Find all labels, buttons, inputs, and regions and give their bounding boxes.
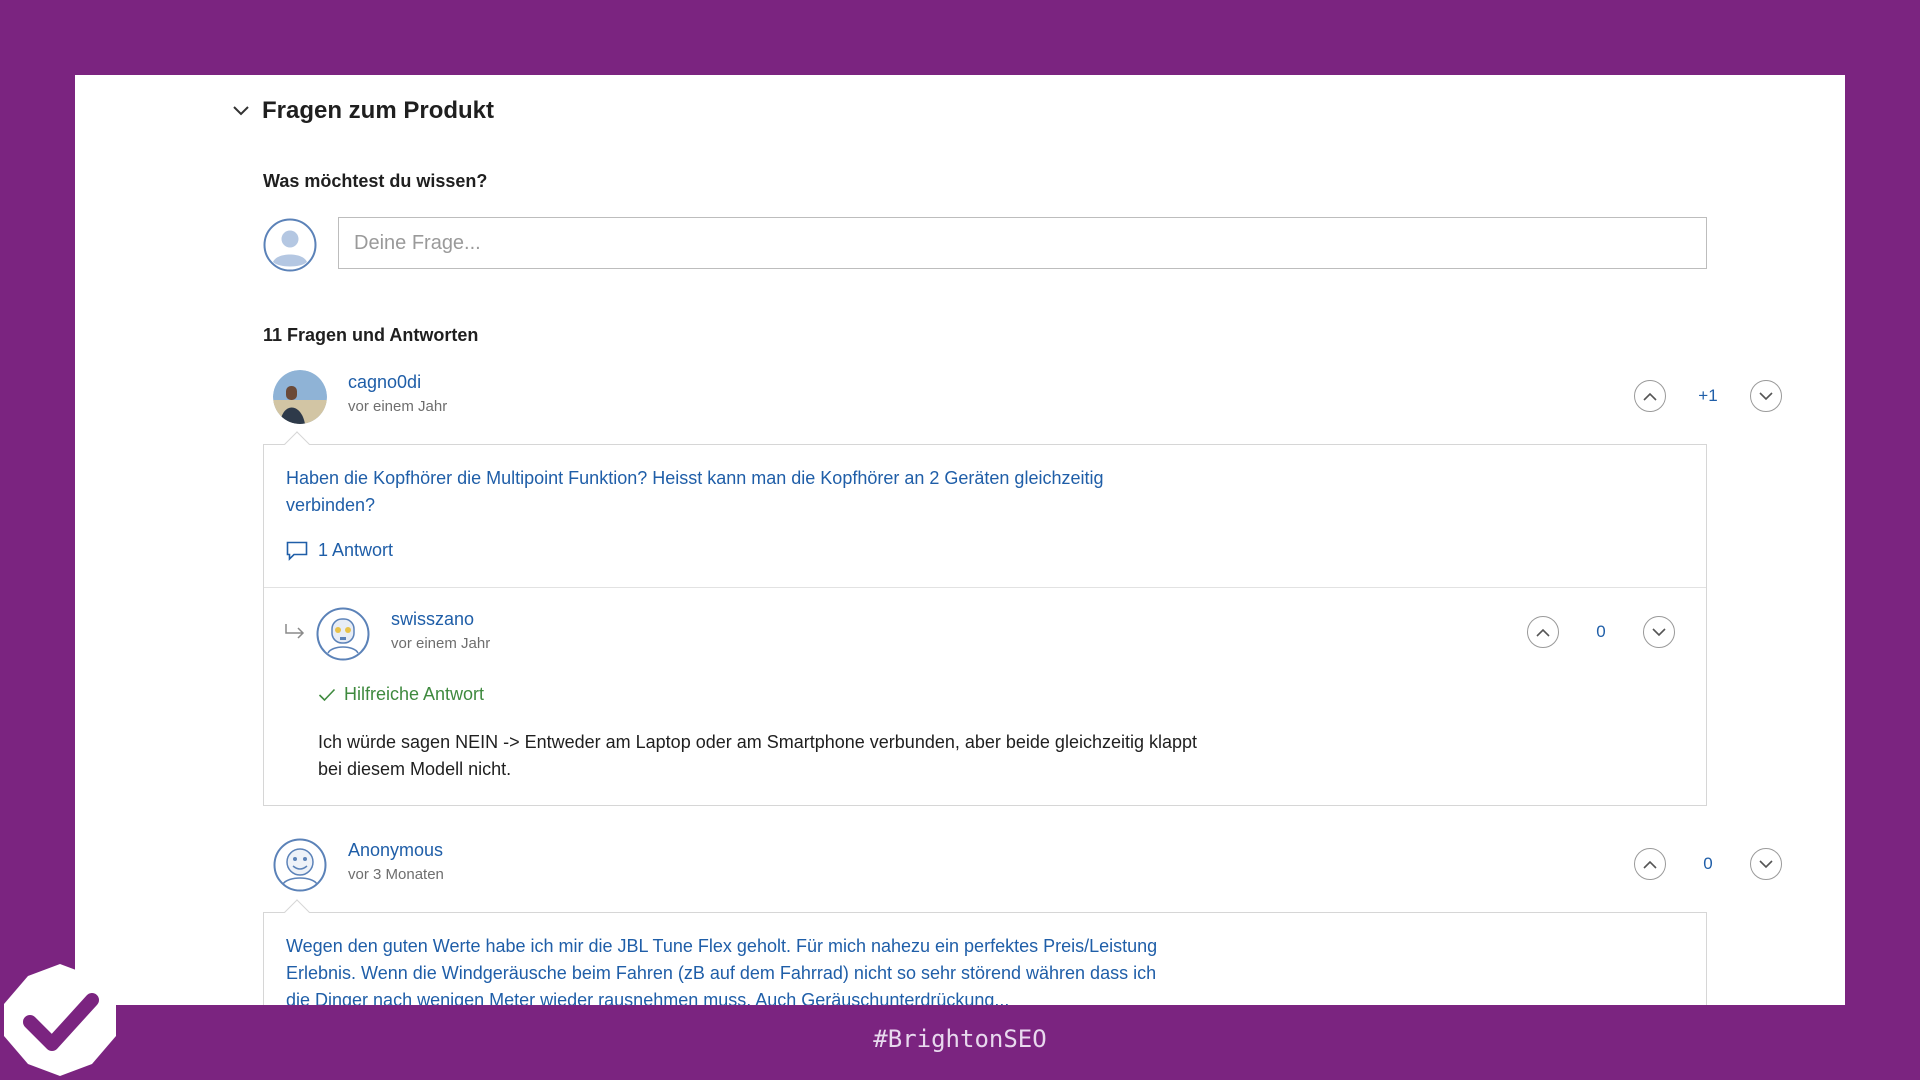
chevron-up-icon xyxy=(1643,860,1657,869)
question-timestamp: vor einem Jahr xyxy=(348,398,448,415)
question-card: Wegen den guten Werte habe ich mir die J… xyxy=(263,899,1707,1005)
downvote-button[interactable] xyxy=(1643,616,1675,648)
question-author[interactable]: cagno0di xyxy=(348,372,421,393)
answer-block: swisszano vor einem Jahr 0 Hilfreiche An… xyxy=(264,587,1706,807)
question-vote: +1 xyxy=(1634,380,1782,412)
verified-badge-icon xyxy=(4,964,116,1076)
question-timestamp: vor 3 Monaten xyxy=(348,866,444,883)
question-text[interactable]: Wegen den guten Werte habe ich mir die J… xyxy=(286,933,1166,1005)
downvote-button[interactable] xyxy=(1750,380,1782,412)
vote-score: +1 xyxy=(1698,386,1718,405)
comment-icon xyxy=(286,541,308,561)
answer-text: Ich würde sagen NEIN -> Entweder am Lapt… xyxy=(318,732,1198,779)
checkmark-icon xyxy=(318,688,336,701)
question-author[interactable]: Anonymous xyxy=(348,840,443,861)
helpful-answer-badge: Hilfreiche Antwort xyxy=(318,684,484,705)
chevron-down-icon xyxy=(1759,859,1773,868)
speech-notch xyxy=(284,899,310,925)
section-title: Fragen zum Produkt xyxy=(262,97,495,124)
answers-count: 1 Antwort xyxy=(318,540,394,560)
answers-count-link[interactable]: 1 Antwort xyxy=(286,540,393,561)
screenshot-panel: Fragen zum Produkt Was möchtest du wisse… xyxy=(75,75,1845,1005)
chevron-up-icon xyxy=(1536,628,1550,637)
vote-score: 0 xyxy=(1596,622,1606,641)
robot-avatar-icon[interactable] xyxy=(316,607,370,661)
answer-author[interactable]: swisszano xyxy=(391,609,474,630)
reply-arrow-icon xyxy=(285,624,305,639)
qa-count: 11 Fragen und Antworten xyxy=(263,325,479,345)
question-input[interactable] xyxy=(338,217,1707,269)
question-vote: 0 xyxy=(1634,848,1782,880)
question-header: Anonymous vor 3 Monaten 0 xyxy=(273,838,1782,896)
speech-notch xyxy=(284,431,310,457)
chevron-down-icon[interactable] xyxy=(232,105,250,117)
question-text[interactable]: Haben die Kopfhörer die Multipoint Funkt… xyxy=(286,465,1166,519)
answer-vote: 0 xyxy=(1527,616,1675,648)
question-header: cagno0di vor einem Jahr +1 xyxy=(273,370,1782,428)
helpful-answer-label: Hilfreiche Antwort xyxy=(344,684,485,704)
vote-score: 0 xyxy=(1703,854,1713,873)
upvote-button[interactable] xyxy=(1634,380,1666,412)
upvote-button[interactable] xyxy=(1634,848,1666,880)
chevron-down-icon xyxy=(1759,391,1773,400)
section-header[interactable]: Fragen zum Produkt xyxy=(232,97,494,125)
upvote-button[interactable] xyxy=(1527,616,1559,648)
user-avatar-icon xyxy=(263,218,317,272)
chevron-up-icon xyxy=(1643,392,1657,401)
anonymous-avatar-icon[interactable] xyxy=(273,838,327,892)
hashtag-footer: #BrightonSEO xyxy=(873,1025,1047,1053)
avatar[interactable] xyxy=(273,370,327,424)
user-photo-icon xyxy=(273,370,327,424)
answer-timestamp: vor einem Jahr xyxy=(391,635,491,652)
downvote-button[interactable] xyxy=(1750,848,1782,880)
question-card: Haben die Kopfhörer die Multipoint Funkt… xyxy=(263,431,1707,807)
ask-question-row xyxy=(263,217,1707,273)
chevron-down-icon xyxy=(1652,627,1666,636)
question-prompt: Was möchtest du wissen? xyxy=(263,171,488,191)
